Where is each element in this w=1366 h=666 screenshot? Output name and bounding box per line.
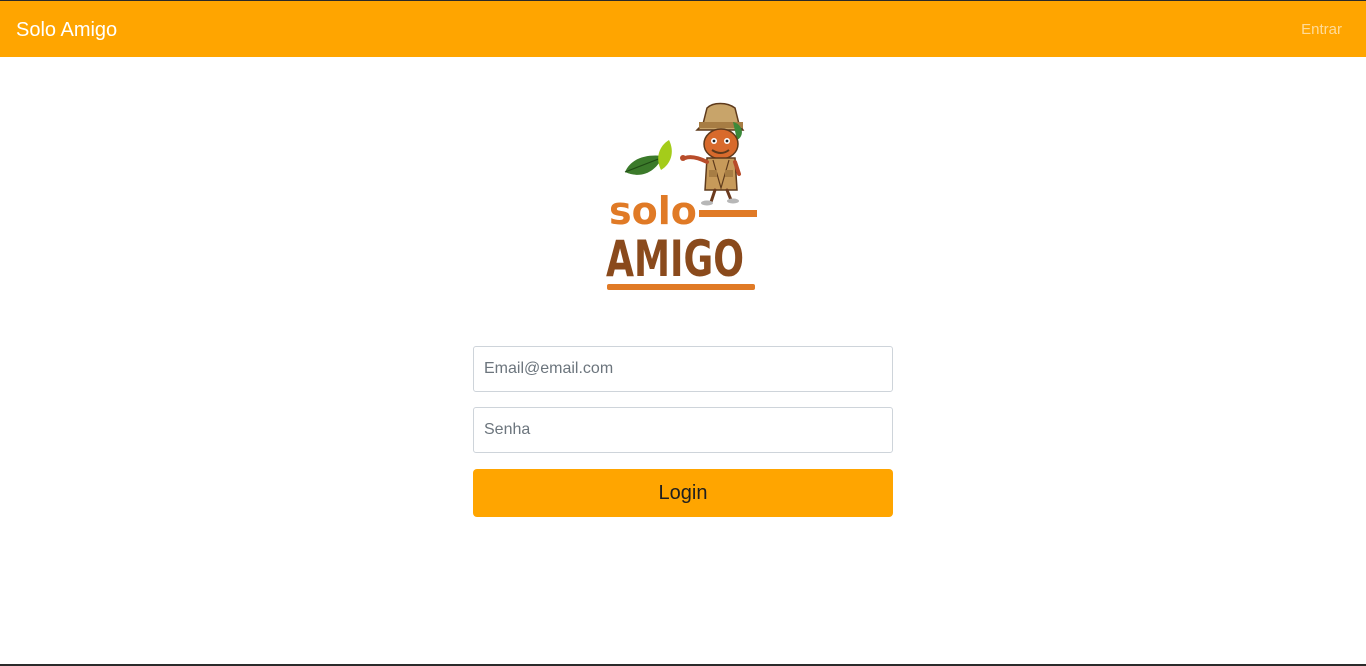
solo-amigo-logo: solo AMIGO — [606, 102, 757, 290]
logo-word-amigo: AMIGO — [606, 230, 744, 288]
logo-word-solo: solo — [609, 189, 697, 233]
password-field[interactable] — [473, 407, 893, 453]
top-navbar: Solo Amigo Entrar — [0, 0, 1366, 57]
brand-link[interactable]: Solo Amigo — [16, 17, 117, 43]
leaf-icon — [624, 140, 672, 175]
entrar-link[interactable]: Entrar — [1301, 21, 1342, 39]
email-field[interactable] — [473, 346, 893, 392]
login-button[interactable]: Login — [473, 469, 893, 517]
